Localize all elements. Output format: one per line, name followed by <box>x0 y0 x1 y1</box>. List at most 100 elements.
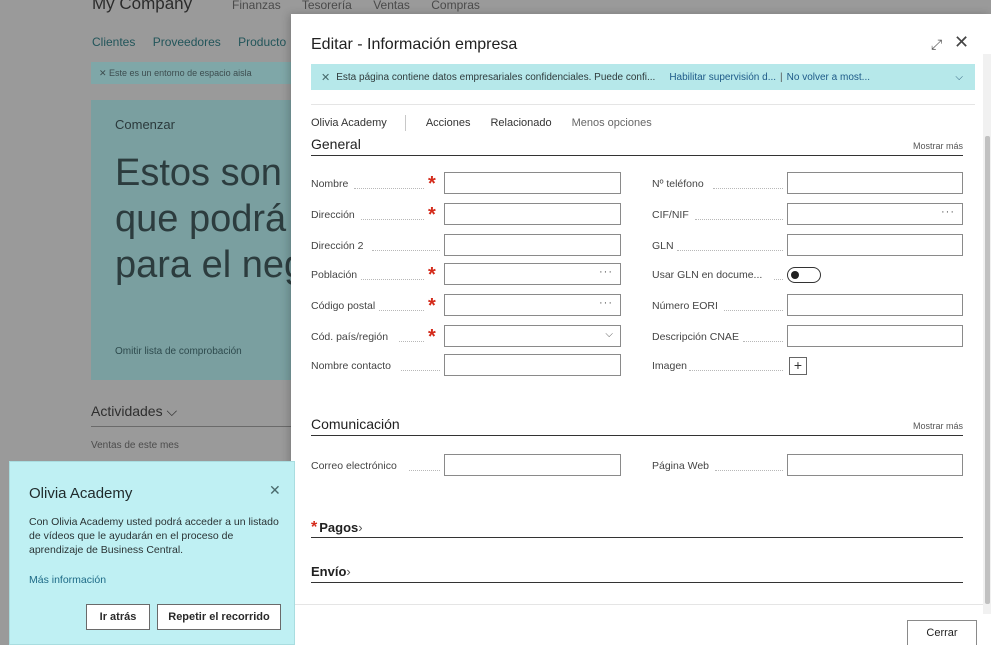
dismiss-banner-icon[interactable]: ✕ <box>321 71 330 84</box>
section-pagos[interactable]: * Pagos› <box>311 516 963 538</box>
action-bar: Olivia Academy Acciones Relacionado Meno… <box>311 114 672 132</box>
show-more-general[interactable]: Mostrar más <box>913 141 963 151</box>
banner-separator: | <box>780 71 783 83</box>
label-imagen: Imagen <box>652 360 688 372</box>
required-indicator: * <box>428 295 436 317</box>
required-indicator: * <box>428 204 436 226</box>
section-general: General Mostrar más <box>311 136 963 156</box>
close-button[interactable]: Cerrar <box>907 620 977 645</box>
activities-divider <box>91 426 291 427</box>
menu-tesoreria[interactable]: Tesorería <box>302 0 352 12</box>
add-image-button[interactable]: + <box>789 357 807 375</box>
usar-gln-toggle[interactable] <box>787 267 821 283</box>
lookup-ellipsis-icon[interactable]: ··· <box>599 297 613 309</box>
olivia-academy-panel: Olivia Academy ✕ Con Olivia Academy uste… <box>9 461 295 645</box>
section-comunicacion: Comunicación Mostrar más <box>311 416 963 436</box>
expand-icon[interactable]: ⤢ <box>931 36 947 52</box>
label-numero-eori: Número EORI <box>652 300 718 312</box>
chevron-right-icon: › <box>346 564 351 579</box>
show-more-comunicacion[interactable]: Mostrar más <box>913 421 963 431</box>
label-nombre: Nombre <box>311 178 349 190</box>
chevron-down-icon[interactable]: ⌵ <box>605 329 613 340</box>
repeat-tour-button[interactable]: Repetir el recorrido <box>157 604 281 630</box>
label-pagina-web: Página Web <box>652 460 710 472</box>
dialog-divider <box>311 104 975 105</box>
scrollbar-thumb[interactable] <box>985 136 990 604</box>
menu-ventas[interactable]: Ventas <box>373 0 410 12</box>
olivia-body: Con Olivia Academy usted podrá acceder a… <box>29 516 279 556</box>
menu-compras[interactable]: Compras <box>431 0 480 12</box>
nav-clientes[interactable]: Clientes <box>92 35 135 49</box>
section-envio-title: Envío <box>311 564 347 579</box>
card-label: Comenzar <box>115 117 175 132</box>
required-indicator: * <box>428 173 436 195</box>
menu-finanzas[interactable]: Finanzas <box>232 0 281 12</box>
lookup-ellipsis-icon[interactable]: ··· <box>599 266 613 278</box>
codigo-postal-field[interactable]: ··· <box>444 294 621 316</box>
top-menu: Finanzas Tesorería Ventas Compras <box>232 0 498 12</box>
action-less-options[interactable]: Menos opciones <box>572 117 652 129</box>
label-usar-gln: Usar GLN en docume... <box>652 269 763 281</box>
sales-month-label: Ventas de este mes <box>91 440 179 451</box>
nombre-field[interactable] <box>444 172 621 194</box>
getting-started-card: Comenzar Estos son p que podrá para el n… <box>91 100 314 380</box>
sandbox-banner: ✕ Este es un entorno de espacio aisla <box>91 62 291 84</box>
activities-heading[interactable]: Actividades ⌵ <box>91 403 177 420</box>
section-general-title[interactable]: General <box>311 136 361 152</box>
confidential-banner: ✕ Esta página contiene datos empresarial… <box>311 64 975 90</box>
direccion-field[interactable] <box>444 203 621 225</box>
pagina-web-field[interactable] <box>787 454 963 476</box>
nav-proveedores[interactable]: Proveedores <box>153 35 221 49</box>
olivia-title: Olivia Academy <box>29 485 133 502</box>
dont-show-again-link[interactable]: No volver a most... <box>787 72 870 83</box>
footer-divider <box>291 604 991 605</box>
cif-nif-field[interactable]: ··· <box>787 203 963 225</box>
label-poblacion: Población <box>311 269 358 281</box>
action-acciones[interactable]: Acciones <box>426 117 471 129</box>
section-pagos-title: Pagos <box>319 520 359 535</box>
direccion-2-field[interactable] <box>444 234 621 256</box>
card-title: Estos son p que podrá para el neg <box>115 152 314 286</box>
background-sub-nav: Clientes Proveedores Producto <box>92 35 300 49</box>
skip-checklist-link[interactable]: Omitir lista de comprobación <box>115 346 242 357</box>
banner-message: Esta página contiene datos empresariales… <box>336 71 656 83</box>
label-direccion-2: Dirección 2 <box>311 240 364 252</box>
label-telefono: Nº teléfono <box>652 178 704 190</box>
chevron-right-icon: › <box>358 520 363 535</box>
action-relacionado[interactable]: Relacionado <box>490 117 551 129</box>
section-comunicacion-title[interactable]: Comunicación <box>311 416 400 432</box>
email-field[interactable] <box>444 454 621 476</box>
required-indicator: * <box>311 519 318 536</box>
chevron-down-icon[interactable]: ⌵ <box>955 72 963 83</box>
pais-region-select[interactable]: ⌵ <box>444 325 621 347</box>
poblacion-field[interactable]: ··· <box>444 263 621 285</box>
label-correo: Correo electrónico <box>311 460 397 472</box>
telefono-field[interactable] <box>787 172 963 194</box>
descripcion-cnae-field[interactable] <box>787 325 963 347</box>
label-gln: GLN <box>652 240 674 252</box>
close-icon[interactable]: ✕ <box>954 32 974 52</box>
more-info-link[interactable]: Más información <box>29 574 106 586</box>
close-icon[interactable]: ✕ <box>269 482 281 499</box>
enable-monitoring-link[interactable]: Habilitar supervisión d... <box>669 72 776 83</box>
toggle-knob <box>791 271 799 279</box>
dialog-title: Editar - Información empresa <box>311 36 518 53</box>
back-button[interactable]: Ir atrás <box>86 604 150 630</box>
nombre-contacto-field[interactable] <box>444 354 621 376</box>
section-envio[interactable]: Envío› <box>311 561 963 583</box>
action-separator <box>404 115 406 131</box>
edit-company-dialog: Editar - Información empresa ⤢ ✕ ✕ Esta … <box>291 14 991 645</box>
required-indicator: * <box>428 326 436 348</box>
numero-eori-field[interactable] <box>787 294 963 316</box>
nav-productos[interactable]: Producto <box>238 35 286 49</box>
required-indicator: * <box>428 264 436 286</box>
label-pais-region: Cód. país/región <box>311 331 389 343</box>
gln-field[interactable] <box>787 234 963 256</box>
action-company[interactable]: Olivia Academy <box>311 117 387 129</box>
label-direccion: Dirección <box>311 209 355 221</box>
label-cif-nif: CIF/NIF <box>652 209 689 221</box>
label-descripcion-cnae: Descripción CNAE <box>652 331 739 343</box>
lookup-ellipsis-icon[interactable]: ··· <box>941 206 955 218</box>
label-nombre-contacto: Nombre contacto <box>311 360 391 372</box>
label-codigo-postal: Código postal <box>311 300 376 312</box>
